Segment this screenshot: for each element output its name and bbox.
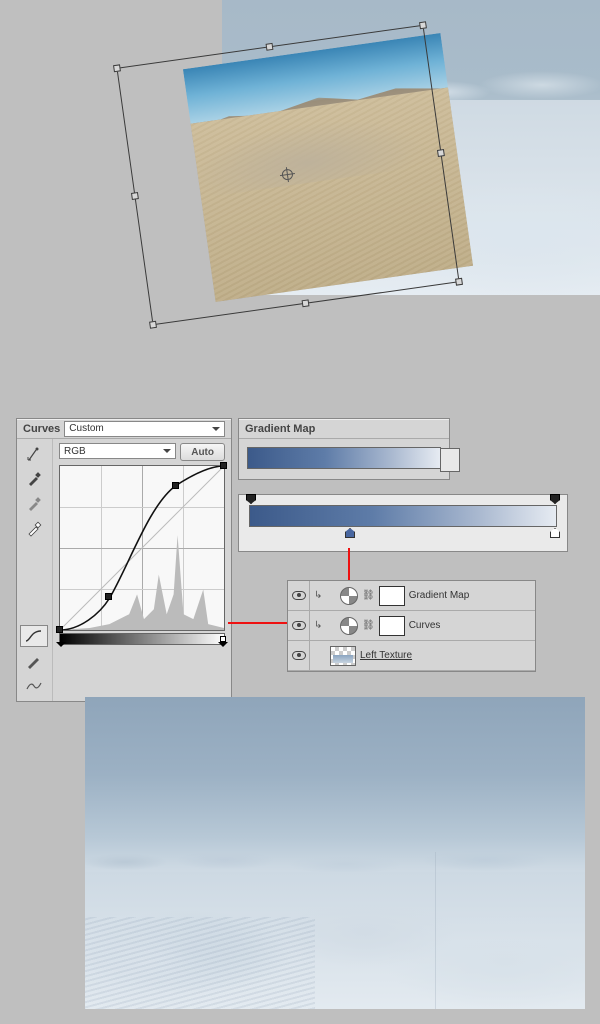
opacity-stop-right[interactable] — [550, 494, 560, 504]
eyedropper-gray-icon[interactable] — [20, 493, 48, 515]
layers-panel: ↳ ⛓ Gradient Map ↳ ⛓ Curves Left Texture — [287, 580, 536, 672]
gradient-map-panel: Gradient Map — [238, 418, 450, 480]
pencil-mode-icon[interactable] — [20, 650, 48, 672]
transform-handle-tl[interactable] — [113, 64, 121, 72]
curves-plot[interactable] — [59, 465, 225, 631]
layer-row-gradient-map[interactable]: ↳ ⛓ Gradient Map — [288, 581, 535, 611]
curves-auto-label: Auto — [191, 447, 214, 458]
gradient-map-title: Gradient Map — [245, 423, 315, 435]
link-icon: ⛓ — [362, 590, 375, 601]
curves-panel: Curves Custom — [16, 418, 232, 702]
transform-handle-bl[interactable] — [149, 321, 157, 329]
curve-point-1[interactable] — [105, 593, 112, 600]
color-stop-white[interactable] — [550, 528, 560, 538]
target-adjust-icon[interactable] — [20, 443, 48, 465]
layer-name: Left Texture — [360, 650, 412, 661]
curves-header: Curves Custom — [17, 419, 231, 439]
gradient-editor — [238, 494, 568, 552]
mask-thumb[interactable] — [379, 616, 405, 636]
layer-row-curves[interactable]: ↳ ⛓ Curves — [288, 611, 535, 641]
curves-preset-value: Custom — [69, 423, 103, 434]
gradient-map-swatch[interactable] — [247, 447, 441, 469]
result-image — [85, 697, 585, 1009]
gradient-bar[interactable] — [249, 505, 557, 527]
adjustment-icon — [340, 617, 358, 635]
layer-name: Curves — [409, 620, 441, 631]
curves-tool-column — [17, 439, 53, 701]
eyedropper-white-icon[interactable] — [20, 518, 48, 540]
curves-preset-dropdown[interactable]: Custom — [64, 421, 225, 437]
eyedropper-black-icon[interactable] — [20, 468, 48, 490]
curves-auto-button[interactable]: Auto — [180, 443, 225, 461]
curves-channel-value: RGB — [64, 446, 86, 457]
curve-point-3[interactable] — [220, 462, 227, 469]
mask-thumb[interactable] — [379, 586, 405, 606]
smooth-icon[interactable] — [20, 675, 48, 697]
result-dune-ripples — [85, 917, 315, 1009]
color-stop-blue[interactable] — [345, 528, 355, 538]
link-icon: ⛓ — [362, 620, 375, 631]
visibility-icon[interactable] — [292, 621, 306, 630]
curves-curve — [60, 466, 224, 630]
white-point-slider[interactable] — [218, 642, 228, 652]
result-seam — [435, 852, 436, 1009]
black-point-slider[interactable] — [56, 642, 66, 652]
opacity-stop-left[interactable] — [246, 494, 256, 504]
curve-mode-icon[interactable] — [20, 625, 48, 647]
gradient-map-header: Gradient Map — [239, 419, 449, 439]
curve-point-2[interactable] — [172, 482, 179, 489]
gradient-dropdown-icon[interactable] — [446, 456, 454, 464]
transform-canvas — [0, 0, 600, 385]
curves-input-strip[interactable] — [59, 633, 225, 645]
strip-end-icon — [220, 636, 226, 642]
clip-arrow-icon: ↳ — [314, 620, 322, 631]
clip-arrow-icon: ↳ — [314, 590, 322, 601]
visibility-icon[interactable] — [292, 591, 306, 600]
layer-row-left-texture[interactable]: Left Texture — [288, 641, 535, 671]
texture-thumb[interactable] — [330, 646, 356, 666]
curves-channel-dropdown[interactable]: RGB — [59, 443, 176, 459]
curves-title: Curves — [23, 423, 60, 435]
adjustment-icon — [340, 587, 358, 605]
curve-point-0[interactable] — [56, 626, 63, 633]
transform-handle-bm[interactable] — [302, 299, 310, 307]
layer-name: Gradient Map — [409, 590, 470, 601]
visibility-icon[interactable] — [292, 651, 306, 660]
transform-handle-ml[interactable] — [131, 192, 139, 200]
desert-layer[interactable] — [183, 33, 473, 302]
